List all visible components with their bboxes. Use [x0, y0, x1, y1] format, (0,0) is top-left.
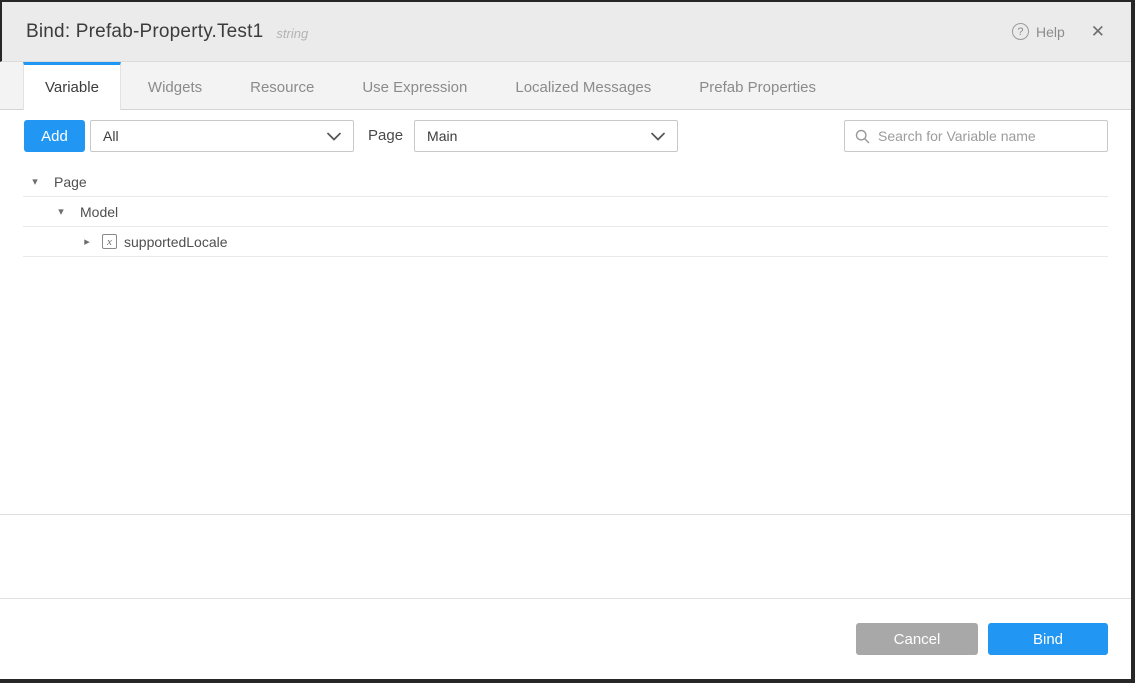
chevron-down-icon	[327, 132, 341, 141]
variable-filter-select[interactable]: All	[90, 120, 354, 152]
variable-filter-selected-value: All	[103, 128, 327, 144]
expression-preview-area	[0, 515, 1131, 598]
tab-bar: Variable Widgets Resource Use Expression…	[0, 62, 1131, 110]
help-label: Help	[1036, 24, 1065, 40]
tree-row-supportedlocale[interactable]: ▸ x supportedLocale	[23, 227, 1108, 257]
add-variable-button[interactable]: Add	[24, 120, 85, 152]
page-selected-value: Main	[427, 128, 651, 144]
caret-down-icon[interactable]: ▾	[28, 175, 42, 188]
chevron-down-icon	[651, 132, 665, 141]
tab-widgets[interactable]: Widgets	[127, 62, 223, 109]
help-button[interactable]: ? Help	[1012, 23, 1065, 40]
tab-use-expression[interactable]: Use Expression	[341, 62, 488, 109]
help-icon: ?	[1012, 23, 1029, 40]
search-box	[844, 120, 1108, 152]
tab-variable[interactable]: Variable	[23, 62, 121, 110]
tab-resource[interactable]: Resource	[229, 62, 335, 109]
dialog-header: Bind: Prefab-Property.Test1 string ? Hel…	[0, 2, 1131, 62]
tree-node-label: supportedLocale	[124, 234, 228, 250]
property-type-label: string	[276, 22, 308, 41]
tree-row-model[interactable]: ▾ Model	[23, 197, 1108, 227]
search-input[interactable]	[878, 128, 1097, 144]
search-icon	[855, 129, 870, 144]
page-select[interactable]: Main	[414, 120, 678, 152]
variable-toolbar: Add All Page Main	[0, 110, 1131, 165]
bind-dialog: Bind: Prefab-Property.Test1 string ? Hel…	[0, 0, 1135, 683]
dialog-footer: Cancel Bind	[0, 599, 1131, 679]
bind-button[interactable]: Bind	[988, 623, 1108, 655]
variable-tree: ▾ Page ▾ Model ▸ x supportedLocale	[0, 165, 1131, 514]
tree-node-label: Page	[54, 174, 87, 190]
cancel-button[interactable]: Cancel	[856, 623, 978, 655]
caret-right-icon[interactable]: ▸	[80, 235, 94, 248]
close-icon[interactable]: ✕	[1091, 23, 1105, 40]
dialog-title: Bind: Prefab-Property.Test1	[26, 21, 263, 43]
tree-node-label: Model	[80, 204, 118, 220]
tree-row-page[interactable]: ▾ Page	[23, 167, 1108, 197]
page-label: Page	[368, 127, 403, 144]
tab-prefab-properties[interactable]: Prefab Properties	[678, 62, 837, 109]
tab-localized-messages[interactable]: Localized Messages	[494, 62, 672, 109]
caret-down-icon[interactable]: ▾	[54, 205, 68, 218]
variable-x-icon: x	[102, 234, 117, 249]
